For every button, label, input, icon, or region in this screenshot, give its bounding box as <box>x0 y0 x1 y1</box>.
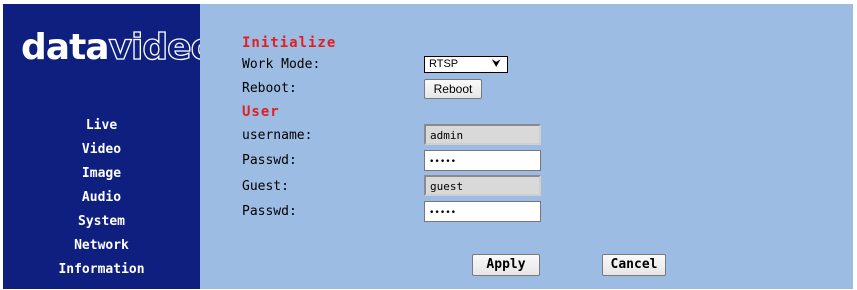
reboot-button[interactable]: Reboot <box>424 79 482 99</box>
guest-password-field[interactable]: ••••• <box>424 201 541 222</box>
guest-field[interactable]: guest <box>424 175 541 196</box>
logo-part-video: video <box>108 27 216 68</box>
section-title-initialize: Initialize <box>242 35 337 51</box>
guest-password-dots: ••••• <box>429 208 457 218</box>
nav-item-live[interactable]: Live <box>3 114 200 138</box>
section-title-user: User <box>242 104 280 120</box>
settings-panel: Initialize Work Mode: RTSP ⮟ Reboot: Reb… <box>200 4 853 289</box>
password-dots: ••••• <box>429 157 457 167</box>
nav-item-image[interactable]: Image <box>3 162 200 186</box>
sidebar: datavideo Live Video Image Audio System … <box>3 4 216 289</box>
chevron-down-icon: ⮟ <box>491 58 501 70</box>
username-field[interactable]: admin <box>424 124 541 145</box>
work-mode-select[interactable]: RTSP ⮟ <box>424 56 508 73</box>
nav-item-video[interactable]: Video <box>3 138 200 162</box>
work-mode-selected-value: RTSP <box>429 58 459 70</box>
sidebar-nav: Live Video Image Audio System Network In… <box>3 114 200 282</box>
nav-item-system[interactable]: System <box>3 210 200 234</box>
page-frame: datavideo Live Video Image Audio System … <box>0 0 857 290</box>
apply-button[interactable]: Apply <box>472 254 540 276</box>
nav-item-network[interactable]: Network <box>3 234 200 258</box>
nav-item-information[interactable]: Information <box>3 258 200 282</box>
password-field[interactable]: ••••• <box>424 150 541 171</box>
work-mode-label: Work Mode: <box>242 57 321 72</box>
guest-passwd-label: Passwd: <box>242 204 297 219</box>
reboot-label: Reboot: <box>242 81 297 96</box>
username-label: username: <box>242 128 313 143</box>
passwd-label: Passwd: <box>242 153 297 168</box>
nav-item-audio[interactable]: Audio <box>3 186 200 210</box>
datavideo-logo: datavideo <box>21 27 216 68</box>
cancel-button[interactable]: Cancel <box>602 254 666 276</box>
guest-label: Guest: <box>242 179 289 194</box>
logo-part-data: data <box>21 27 110 68</box>
